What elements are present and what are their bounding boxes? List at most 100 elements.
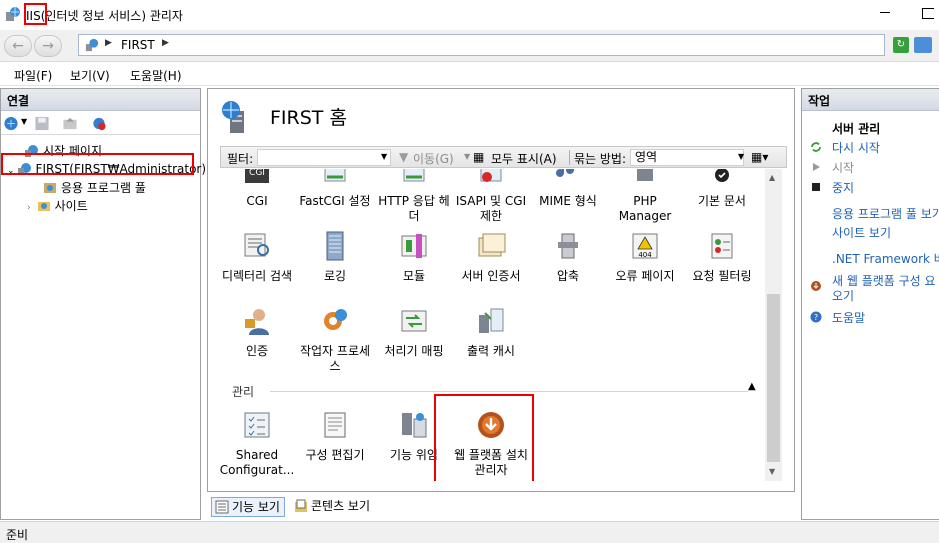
chevron-down-icon[interactable]: ▼ (738, 152, 744, 161)
breadcrumb-first[interactable]: FIRST (121, 38, 155, 52)
feature-isapi-cgi[interactable]: ISAPI 및 CGI 제한 (452, 169, 530, 224)
funnel-icon[interactable]: ▼ (399, 150, 408, 164)
modules-icon (401, 234, 427, 258)
go-icon[interactable] (914, 37, 932, 53)
feature-default-document[interactable]: 기본 문서 (683, 169, 761, 209)
view-mode-icon[interactable]: ▦▾ (751, 150, 768, 164)
feature-fastcgi[interactable]: FastCGI 설정 (296, 169, 374, 209)
action-view-sites[interactable]: 사이트 보기 (832, 224, 891, 241)
php-manager-icon (637, 169, 653, 181)
action-start[interactable]: 시작 (832, 159, 854, 176)
go-button[interactable]: 이동(G) (413, 150, 454, 167)
feature-logging[interactable]: 로깅 (296, 230, 374, 284)
server-icon (85, 38, 99, 52)
feature-authentication[interactable]: 인증 (220, 305, 296, 359)
action-restart[interactable]: 다시 시작 (832, 139, 880, 156)
configuration-editor-icon (324, 412, 346, 438)
mime-icon (556, 169, 574, 177)
tab-content-view[interactable]: 콘텐츠 보기 (291, 497, 374, 517)
vertical-scrollbar[interactable]: ▲ ▼ (765, 169, 782, 481)
show-all-icon[interactable]: ▦ (473, 150, 484, 164)
actions-header: 작업 (802, 89, 939, 111)
address-bar: ← → ▶ FIRST ▶ ↻ (0, 30, 939, 62)
feature-http-headers[interactable]: HTTP 응답 헤더 (375, 169, 453, 224)
tab-features-view[interactable]: 기능 보기 (211, 497, 285, 517)
feature-cgi[interactable]: CGI CGI (220, 169, 296, 209)
minimize-button[interactable] (880, 12, 890, 13)
chevron-right-icon[interactable]: › (27, 203, 31, 213)
tree-item-app-pools[interactable]: 응용 프로그램 풀 (43, 179, 146, 197)
chevron-down-icon[interactable]: ▼ (21, 117, 27, 126)
forward-button[interactable]: → (34, 35, 62, 57)
help-icon: ? (810, 311, 822, 323)
up-folder-icon[interactable] (62, 116, 78, 131)
feature-worker-processes[interactable]: 작업자 프로세스 (296, 305, 374, 374)
action-help[interactable]: 도움말 (832, 309, 865, 326)
chevron-down-icon[interactable]: ▼ (381, 152, 387, 161)
action-new-web-platform-cont[interactable]: 오기 (832, 287, 854, 304)
filter-label: 필터: (227, 152, 254, 166)
section-divider (270, 391, 748, 392)
feature-modules[interactable]: 모듈 (375, 230, 453, 284)
chevron-right-icon[interactable]: ▶ (105, 38, 112, 48)
action-net-framework[interactable]: .NET Framework 버전 (832, 250, 939, 267)
default-document-icon (715, 169, 729, 182)
menu-help[interactable]: 도움말(H) (130, 67, 182, 84)
action-view-app-pools[interactable]: 응용 프로그램 풀 보기 (832, 205, 939, 222)
address-field[interactable]: ▶ FIRST ▶ (78, 34, 885, 56)
chevron-down-icon[interactable]: ▼ (464, 152, 470, 161)
shared-configuration-icon (244, 412, 270, 438)
menu-file[interactable]: 파일(F) (14, 67, 52, 84)
feature-handler-mappings[interactable]: 처리기 매핑 (375, 305, 453, 359)
connections-header: 연결 (1, 89, 200, 111)
chevron-right-icon[interactable]: ▶ (162, 38, 169, 48)
back-button[interactable]: ← (4, 35, 32, 57)
scroll-up-icon[interactable]: ▲ (769, 173, 775, 182)
save-icon[interactable] (34, 116, 50, 131)
feature-output-caching[interactable]: 출력 캐시 (452, 305, 530, 359)
svg-text:CGI: CGI (249, 169, 265, 178)
feature-server-certificates[interactable]: 서버 인증서 (452, 230, 530, 284)
tree-item-sites[interactable]: › 사이트 (27, 197, 88, 215)
feature-configuration-editor[interactable]: 구성 편집기 (296, 409, 374, 463)
feature-mime[interactable]: MIME 형식 (529, 169, 607, 209)
svg-text:?: ? (814, 313, 818, 322)
feature-directory-browsing[interactable]: 디렉터리 검색 (220, 230, 296, 284)
feature-php-manager[interactable]: PHP Manager (606, 169, 684, 224)
show-all-button[interactable]: 모두 표시(A) (491, 150, 557, 167)
scroll-thumb[interactable] (767, 294, 780, 462)
web-platform-icon (811, 281, 821, 291)
highlight-box-web-platform-installer (434, 394, 534, 481)
page-title: FIRST 홈 (270, 107, 347, 129)
menu-bar: 파일(F) 보기(V) 도움말(H) (0, 62, 939, 86)
chevron-up-icon[interactable]: ▲ (748, 381, 756, 392)
action-stop[interactable]: 중지 (832, 179, 854, 196)
http-headers-icon (403, 169, 425, 182)
svg-text:404: 404 (638, 251, 652, 259)
menu-view[interactable]: 보기(V) (70, 67, 110, 84)
connections-toolbar: ▼ (1, 111, 200, 135)
content-view-icon (295, 499, 307, 512)
connections-panel: 연결 ▼ 시작 페이지 ⌄ FIRST(FIRST₩Administrator) … (0, 88, 206, 520)
disconnect-icon[interactable] (91, 116, 107, 131)
iis-app-icon (6, 7, 20, 21)
scroll-down-icon[interactable]: ▼ (769, 467, 775, 476)
maximize-button[interactable] (922, 8, 934, 19)
section-management[interactable]: 관리 (232, 383, 254, 400)
directory-browsing-icon (244, 233, 269, 257)
feature-shared-configuration[interactable]: Shared Configurat... (220, 409, 296, 478)
connect-icon[interactable] (3, 116, 19, 131)
worker-processes-icon (324, 309, 347, 330)
filter-input[interactable] (257, 149, 391, 166)
refresh-icon[interactable]: ↻ (893, 37, 909, 53)
fastcgi-icon (324, 169, 346, 182)
separator (569, 150, 570, 165)
sites-folder-icon (37, 202, 50, 211)
compression-icon (558, 233, 578, 259)
feature-error-pages[interactable]: 404 오류 페이지 (606, 230, 684, 284)
highlight-box-iis (24, 3, 47, 25)
server-home-icon (222, 101, 244, 133)
feature-request-filtering[interactable]: 요청 필터링 (683, 230, 761, 284)
feature-compression[interactable]: 압축 (529, 230, 607, 284)
group-by-select[interactable]: 영역 (630, 149, 744, 166)
